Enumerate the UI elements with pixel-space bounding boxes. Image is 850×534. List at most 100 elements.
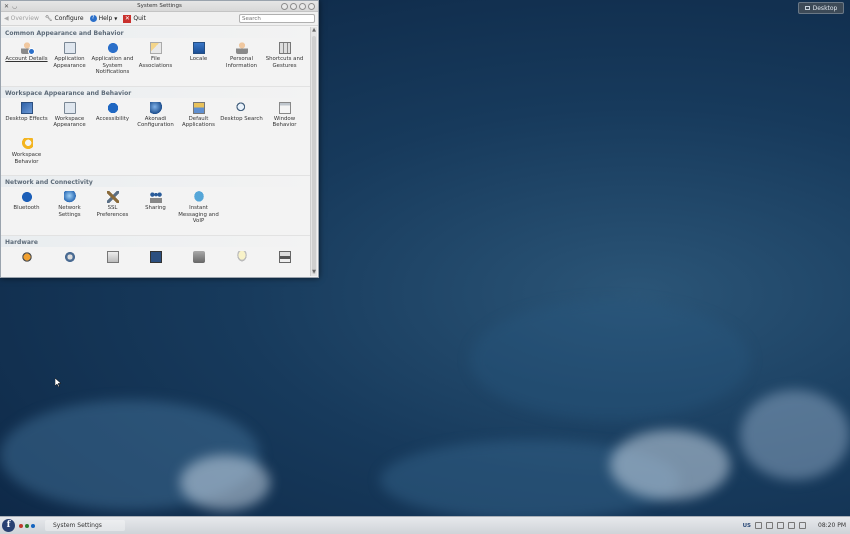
updates-icon[interactable]: [788, 522, 795, 529]
shortcuts-icon: [278, 42, 291, 54]
item-label: Desktop Search: [220, 115, 263, 122]
shortcuts-item[interactable]: Shortcuts and Gestures: [263, 39, 306, 76]
bluetooth-icon: [20, 191, 33, 204]
removable-devices-icon: [192, 250, 205, 263]
hardware-item[interactable]: [134, 248, 177, 265]
power-management-icon: [20, 250, 33, 263]
application-appearance-icon: [63, 42, 76, 54]
hardware-item[interactable]: [5, 248, 48, 265]
vertical-scrollbar[interactable]: ▲ ▼: [310, 27, 317, 276]
personal-information-item[interactable]: Personal Information: [220, 39, 263, 76]
close-button[interactable]: [308, 2, 315, 10]
workspace-behavior-item[interactable]: Workspace Behavior: [5, 135, 48, 165]
window-title: System Settings: [137, 3, 182, 9]
hardware-item[interactable]: [48, 248, 91, 265]
notifications-item[interactable]: Application and System Notifications: [91, 39, 134, 76]
item-label: Bluetooth: [13, 205, 40, 212]
desktop-cloud: [180, 455, 270, 510]
hardware-item[interactable]: [177, 248, 220, 265]
overview-button[interactable]: ◀ Overview: [4, 15, 39, 22]
section-title: Workspace Appearance and Behavior: [1, 86, 311, 98]
search-input[interactable]: [239, 14, 315, 23]
instant-messaging-icon: [192, 191, 205, 204]
taskbar: f System Settings US 08:20 PM: [0, 516, 850, 534]
printer-icon: [278, 250, 291, 263]
scroll-up-icon[interactable]: ▲: [311, 27, 317, 34]
window-behavior-item[interactable]: Window Behavior: [263, 99, 306, 129]
scrollbar-thumb[interactable]: [312, 36, 316, 274]
file-associations-icon: [149, 42, 162, 54]
item-label: Application and System Notifications: [91, 56, 134, 76]
item-label: File Associations: [138, 56, 173, 69]
desktop-2-dot[interactable]: [25, 523, 29, 528]
default-applications-item[interactable]: Default Applications: [177, 99, 220, 129]
item-label: Workspace Appearance: [53, 115, 86, 129]
section-title: Network and Connectivity: [1, 176, 311, 188]
main-toolbar: ◀ Overview 🔧︎ Configure ? Help ▼ ✕ Quit: [1, 12, 318, 26]
bluetooth-item[interactable]: Bluetooth: [5, 188, 48, 225]
keyboard-layout-indicator[interactable]: US: [743, 523, 751, 529]
taskbar-task-system-settings[interactable]: System Settings: [45, 520, 125, 531]
accessibility-icon: [106, 101, 119, 114]
section-title: Common Appearance and Behavior: [1, 27, 311, 38]
desktop-search-item[interactable]: Desktop Search: [220, 99, 263, 129]
akonadi-item[interactable]: Akonadi Configuration: [134, 99, 177, 129]
network-settings-item[interactable]: Network Settings: [48, 188, 91, 225]
desktop-1-dot[interactable]: [19, 523, 23, 528]
app-menu-icon[interactable]: ✕: [4, 3, 9, 10]
item-label: Locale: [189, 56, 208, 62]
ssl-preferences-item[interactable]: SSL Preferences: [91, 188, 134, 225]
desktop-3-dot[interactable]: [31, 523, 35, 528]
desktop-effects-item[interactable]: Desktop Effects: [5, 99, 48, 129]
item-label: SSL Preferences: [96, 205, 129, 218]
fedora-launcher-icon[interactable]: f: [2, 519, 15, 532]
section-title: Hardware: [1, 235, 311, 247]
akonadi-icon: [149, 101, 162, 114]
help-window-button[interactable]: [281, 2, 288, 10]
back-arrow-icon: ◀: [4, 15, 9, 22]
volume-icon[interactable]: [766, 522, 773, 529]
workspace-appearance-item[interactable]: Workspace Appearance: [48, 99, 91, 129]
item-label: Account Details: [5, 56, 48, 62]
file-associations-item[interactable]: File Associations: [134, 39, 177, 76]
configure-button[interactable]: 🔧︎ Configure: [45, 15, 84, 22]
locale-item[interactable]: Locale: [177, 39, 220, 76]
item-label: Application Appearance: [53, 56, 86, 69]
hardware-item[interactable]: [263, 248, 306, 265]
network-settings-icon: [63, 191, 76, 204]
desktop-cloud: [740, 390, 850, 480]
item-label: Network Settings: [58, 205, 81, 218]
desktop-effects-icon: [20, 101, 33, 114]
account-details-icon: [20, 42, 35, 55]
item-label: Akonadi Configuration: [137, 115, 174, 129]
item-label: Default Applications: [182, 115, 215, 129]
quit-button[interactable]: ✕ Quit: [123, 14, 146, 23]
notifications-tray-icon[interactable]: [799, 522, 806, 529]
help-icon: ?: [89, 15, 97, 22]
virtual-desktop-pager[interactable]: [19, 523, 35, 528]
desktop-toolbox-button[interactable]: Desktop: [798, 2, 844, 14]
hardware-item[interactable]: [220, 248, 263, 265]
hardware-item[interactable]: [91, 248, 134, 265]
help-button[interactable]: ? Help ▼: [89, 15, 117, 22]
scroll-down-icon[interactable]: ▼: [311, 269, 317, 276]
item-label: Shortcuts and Gestures: [265, 56, 304, 69]
clock[interactable]: 08:20 PM: [818, 522, 846, 529]
maximize-button[interactable]: [299, 2, 306, 10]
ssl-preferences-icon: [106, 191, 119, 204]
accessibility-item[interactable]: Accessibility: [91, 99, 134, 129]
network-icon[interactable]: [755, 522, 762, 529]
application-appearance-item[interactable]: Application Appearance: [48, 39, 91, 76]
item-label: Personal Information: [225, 56, 258, 69]
clipboard-icon[interactable]: [777, 522, 784, 529]
sharing-icon: [149, 191, 162, 204]
window-titlebar[interactable]: ✕ ◡ System Settings: [1, 1, 318, 12]
item-label: Accessibility: [95, 115, 130, 122]
sharing-item[interactable]: Sharing: [134, 188, 177, 225]
account-details-item[interactable]: Account Details: [5, 39, 48, 76]
minimize-button[interactable]: [290, 2, 297, 10]
locale-icon: [192, 42, 205, 54]
pin-icon[interactable]: ◡: [12, 3, 17, 10]
power-icon: [235, 250, 248, 263]
instant-messaging-item[interactable]: Instant Messaging and VoIP: [177, 188, 220, 225]
